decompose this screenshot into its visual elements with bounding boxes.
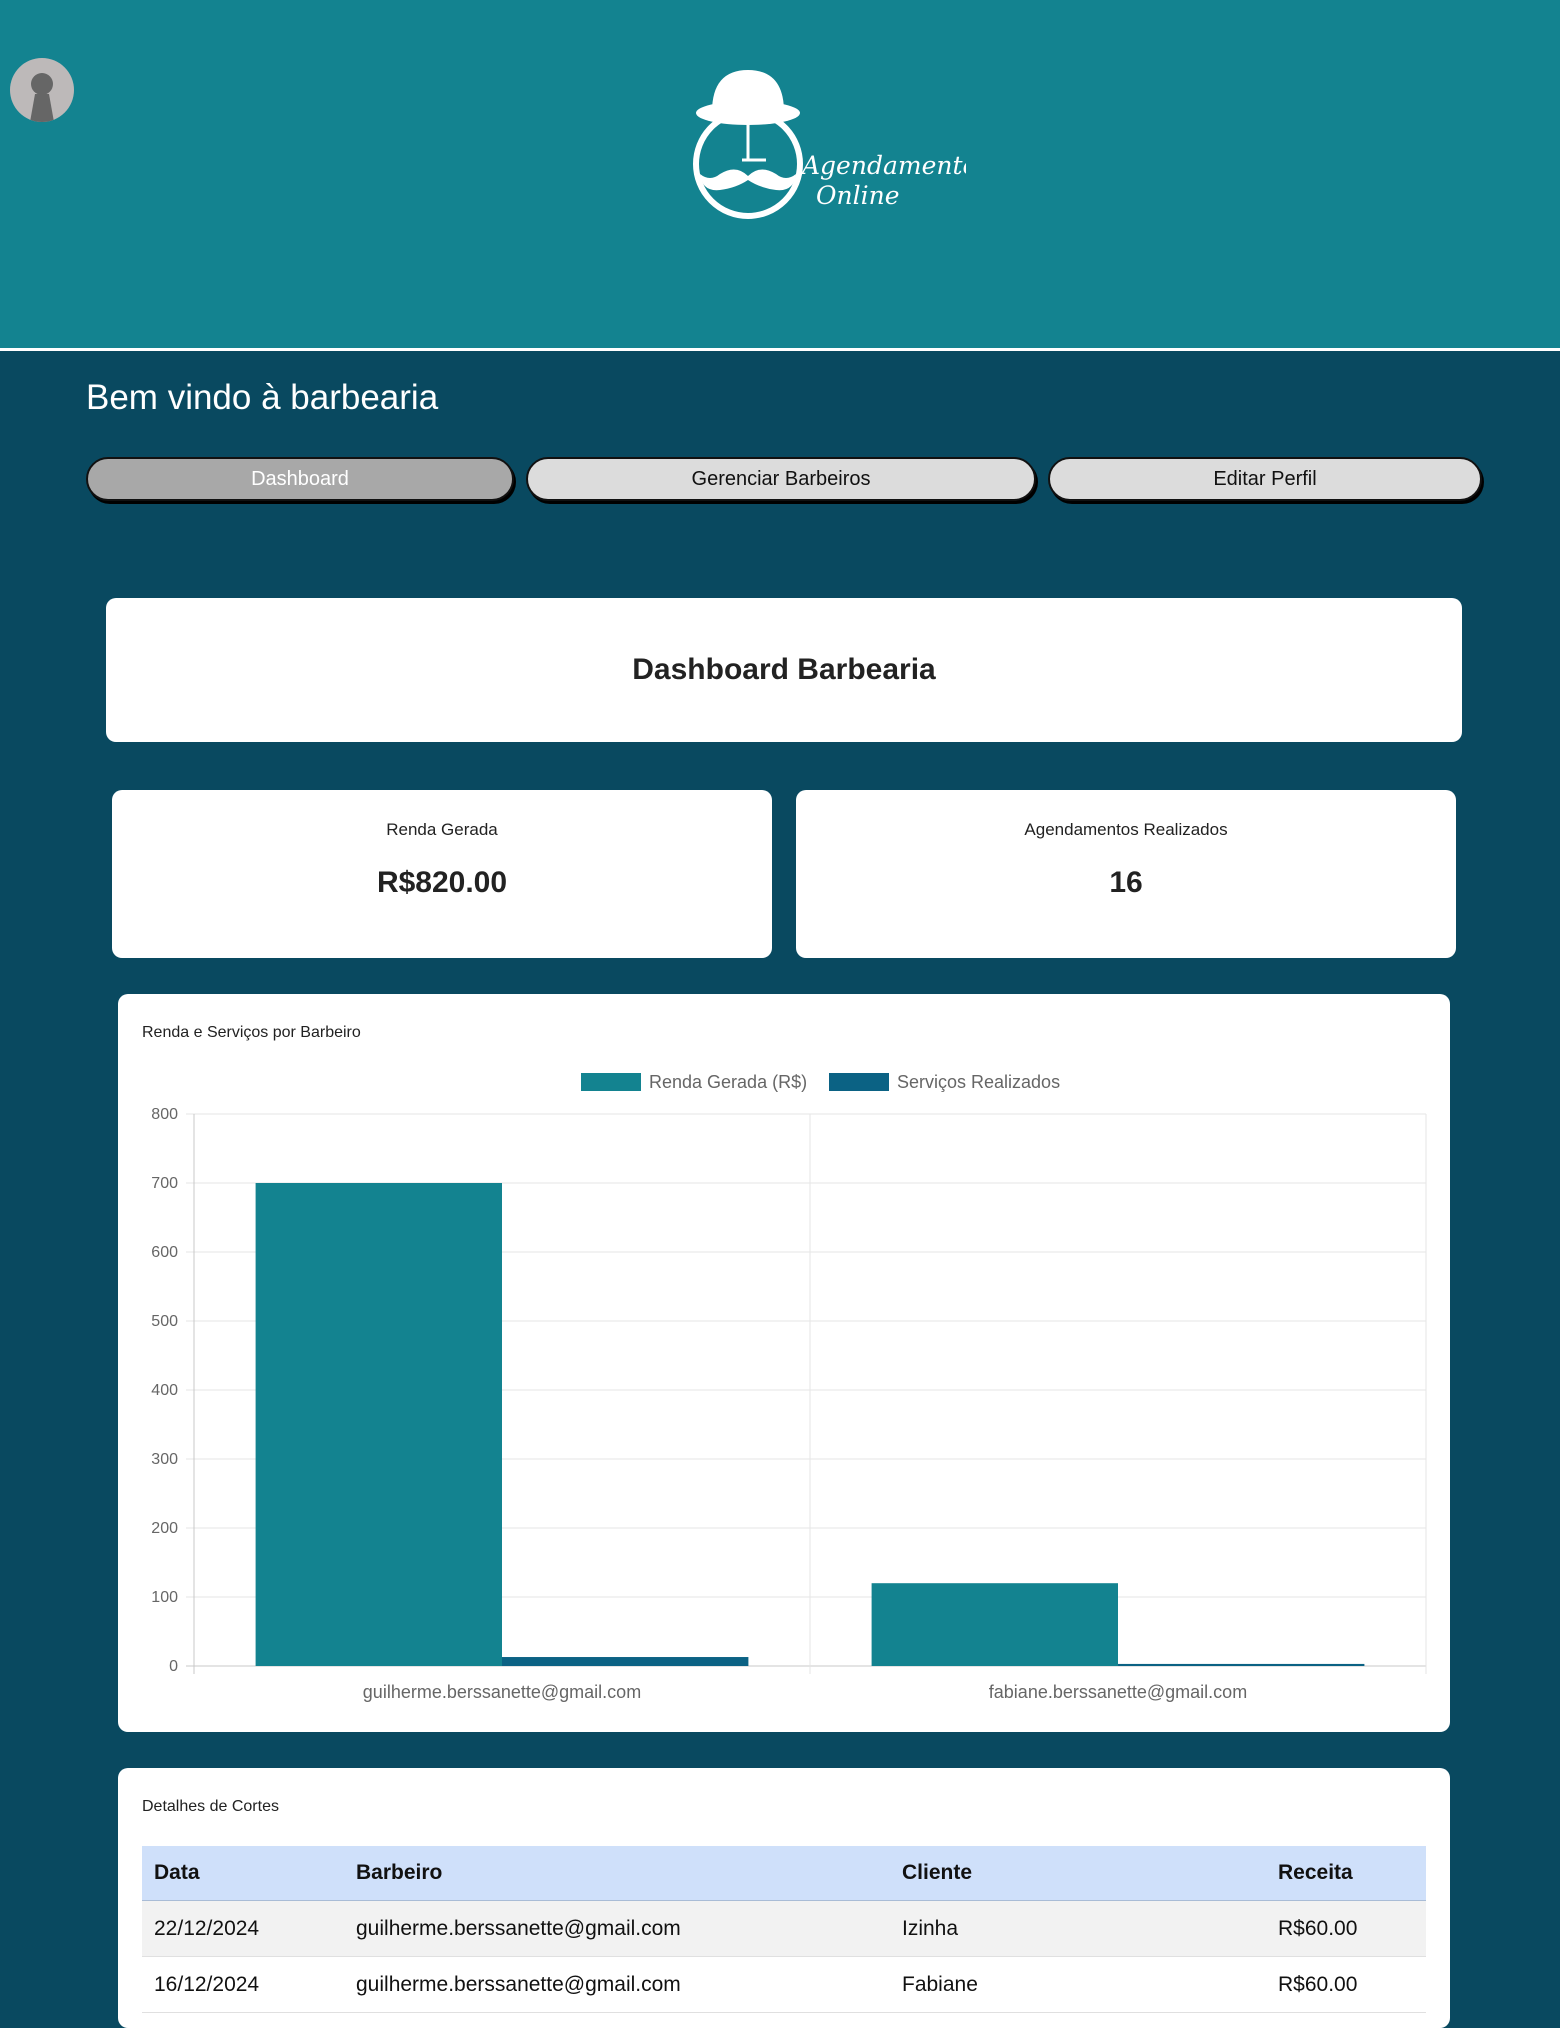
stat-card-agendamentos: Agendamentos Realizados 16 bbox=[796, 790, 1456, 958]
bar-servicos bbox=[502, 1657, 749, 1666]
legend-swatch bbox=[581, 1073, 641, 1091]
legend-swatch bbox=[829, 1073, 889, 1091]
y-tick-label: 100 bbox=[151, 1589, 178, 1606]
stat-value-agendamentos: 16 bbox=[1109, 866, 1143, 899]
cell-receita: R$60.00 bbox=[1266, 1956, 1426, 2013]
cell-barbeiro: guilherme.berssanette@gmail.com bbox=[344, 1900, 890, 1957]
legend-label: Renda Gerada (R$) bbox=[649, 1072, 807, 1092]
logo-text-line1: Agendamento bbox=[800, 151, 966, 180]
stat-label-agendamentos: Agendamentos Realizados bbox=[1024, 820, 1228, 839]
tab-dashboard[interactable]: Dashboard bbox=[86, 457, 514, 501]
logo-text-line2: Online bbox=[816, 181, 899, 210]
legend-label: Serviços Realizados bbox=[897, 1072, 1060, 1092]
dashboard-title: Dashboard Barbearia bbox=[632, 653, 936, 686]
stat-label-renda: Renda Gerada bbox=[386, 820, 498, 839]
tab-gerenciar-barbeiros[interactable]: Gerenciar Barbeiros bbox=[526, 457, 1036, 501]
user-icon bbox=[30, 73, 54, 122]
user-avatar[interactable] bbox=[10, 58, 74, 122]
column-header: Receita bbox=[1266, 1846, 1426, 1901]
y-tick-label: 300 bbox=[151, 1451, 178, 1468]
y-tick-label: 500 bbox=[151, 1313, 178, 1330]
dashboard-title-card: Dashboard Barbearia bbox=[106, 598, 1462, 742]
y-tick-label: 800 bbox=[151, 1106, 178, 1123]
cell-cliente: Izinha bbox=[890, 1900, 1266, 1957]
table-row: 22/12/2024 guilherme.berssanette@gmail.c… bbox=[142, 1900, 1426, 1957]
cell-data: 16/12/2024 bbox=[142, 1956, 344, 2013]
x-tick-label: fabiane.berssanette@gmail.com bbox=[989, 1682, 1247, 1702]
details-card-title: Detalhes de Cortes bbox=[142, 1798, 279, 1815]
welcome-heading: Bem vindo à barbearia bbox=[86, 378, 439, 417]
column-header: Barbeiro bbox=[344, 1846, 890, 1901]
header: Agendamento Online bbox=[0, 0, 1560, 351]
y-tick-label: 200 bbox=[151, 1520, 178, 1537]
y-tick-label: 700 bbox=[151, 1175, 178, 1192]
chart-card: Renda e Serviços por Barbeiro 0 100 200 300… bbox=[118, 994, 1450, 1732]
table-row: 16/12/2024 guilherme.berssanette@gmail.c… bbox=[142, 1956, 1426, 2013]
tab-editar-perfil[interactable]: Editar Perfil bbox=[1048, 457, 1482, 501]
bar-chart: 0 100 200 300 400 500 600 700 800 guilherme.berss… bbox=[151, 1072, 1427, 1702]
column-header: Cliente bbox=[890, 1846, 1266, 1901]
y-tick-label: 0 bbox=[169, 1658, 178, 1675]
details-table: Data Barbeiro Cliente Receita 22/12/2024… bbox=[142, 1846, 1426, 2013]
table-header-row: Data Barbeiro Cliente Receita bbox=[142, 1846, 1426, 1901]
cell-data: 22/12/2024 bbox=[142, 1900, 344, 1957]
y-tick-label: 400 bbox=[151, 1382, 178, 1399]
logo: Agendamento Online bbox=[693, 70, 966, 219]
stat-value-renda: R$820.00 bbox=[376, 866, 508, 899]
bar-renda bbox=[871, 1583, 1118, 1666]
y-tick-label: 600 bbox=[151, 1244, 178, 1261]
details-card: Detalhes de Cortes Data Barbeiro Cliente… bbox=[118, 1768, 1450, 2028]
bar-renda bbox=[255, 1183, 502, 1666]
x-tick-label: guilherme.berssanette@gmail.com bbox=[363, 1682, 641, 1702]
cell-receita: R$60.00 bbox=[1266, 1900, 1426, 1957]
stat-card-renda: Renda Gerada R$820.00 bbox=[112, 790, 772, 958]
bar-servicos bbox=[1118, 1663, 1365, 1666]
cell-cliente: Fabiane bbox=[890, 1956, 1266, 2013]
cell-barbeiro: guilherme.berssanette@gmail.com bbox=[344, 1956, 890, 2013]
column-header: Data bbox=[142, 1846, 344, 1901]
